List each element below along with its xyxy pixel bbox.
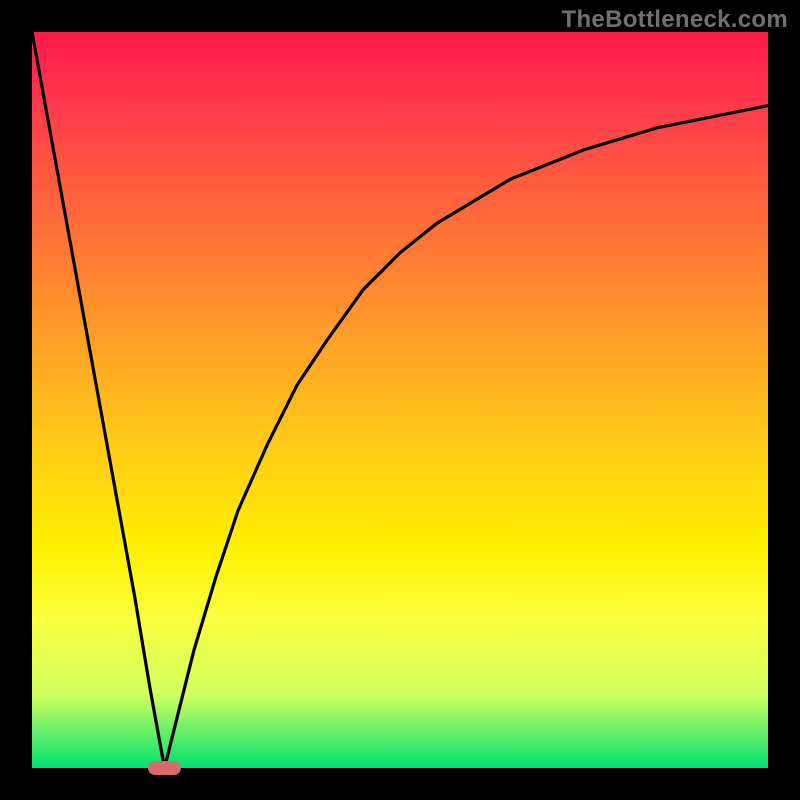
left-branch-path bbox=[32, 32, 164, 768]
plot-area bbox=[32, 32, 768, 768]
curve-layer bbox=[32, 32, 768, 768]
chart-frame: TheBottleneck.com bbox=[0, 0, 800, 800]
bottleneck-marker bbox=[148, 761, 181, 774]
watermark-text: TheBottleneck.com bbox=[562, 6, 788, 34]
right-branch-path bbox=[164, 106, 768, 768]
